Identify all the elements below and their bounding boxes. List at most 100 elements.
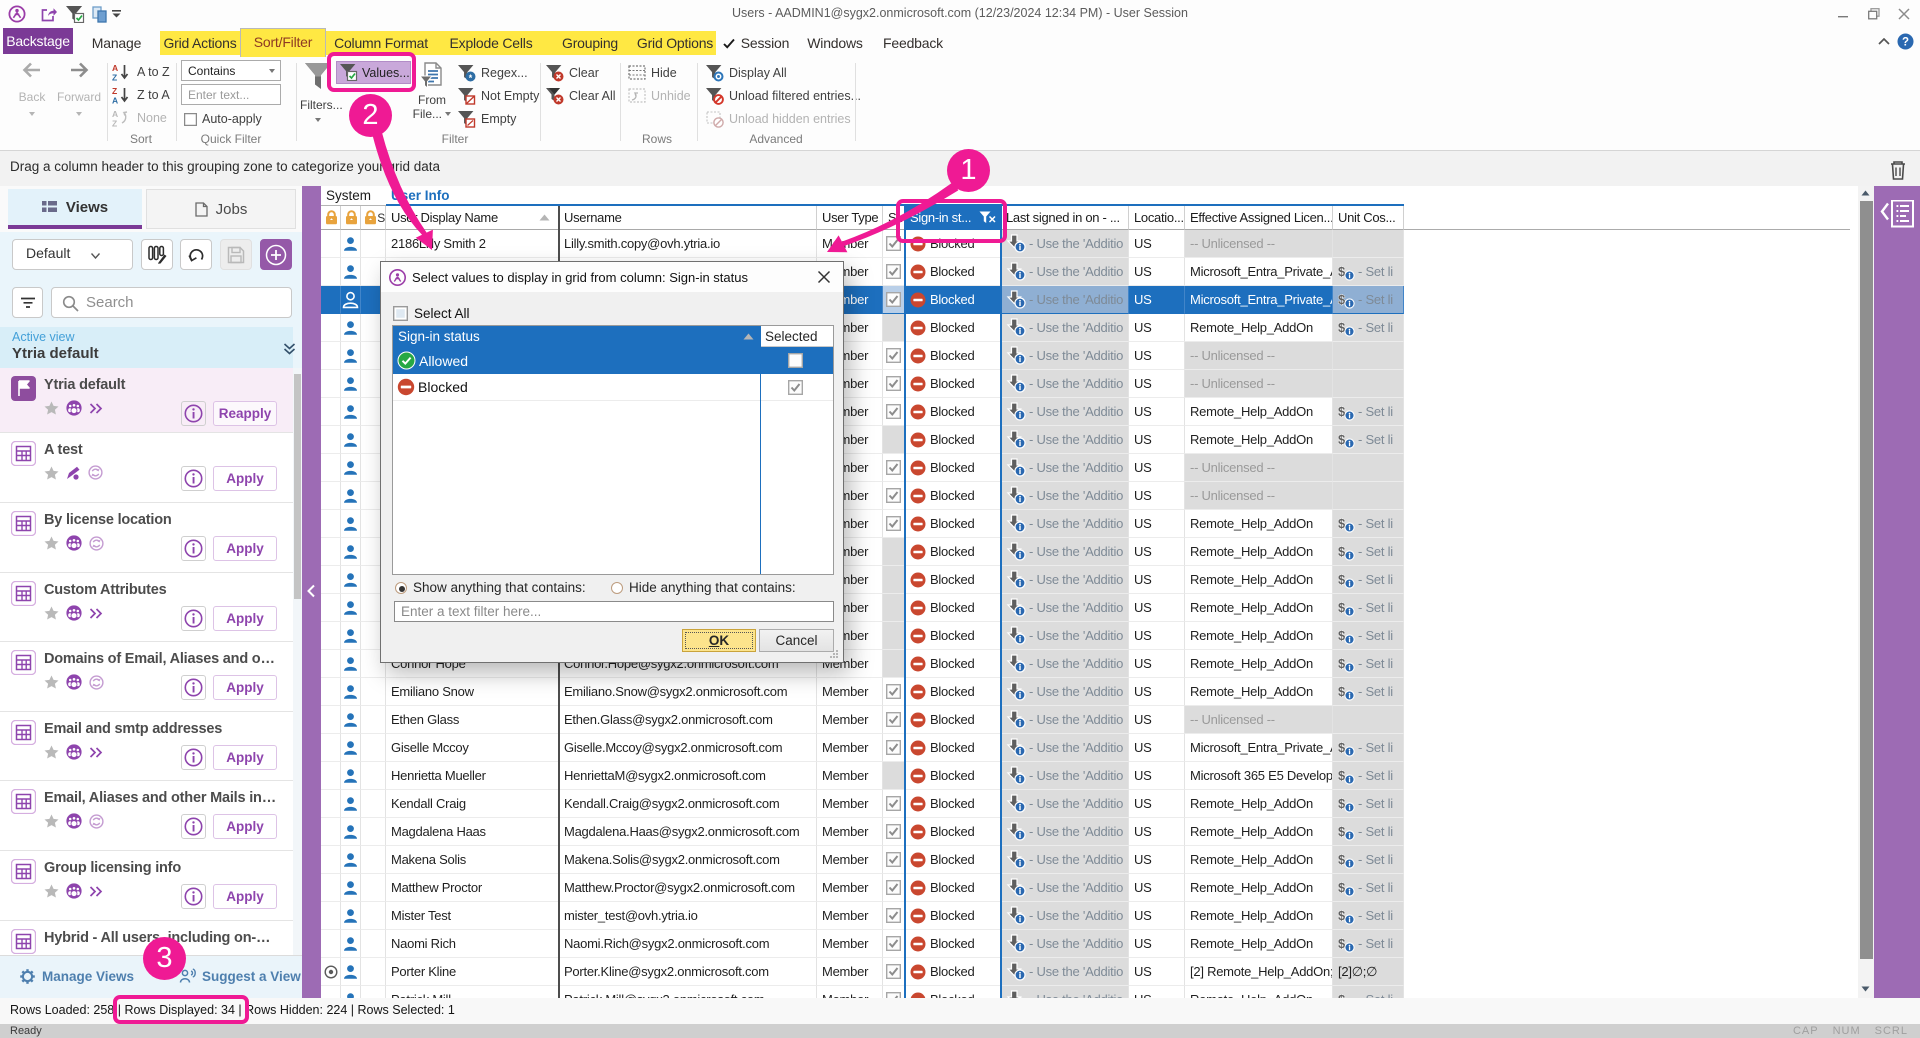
add-view-button[interactable]: [260, 239, 292, 270]
radio-hide-option[interactable]: Hide anything that contains:: [611, 580, 796, 595]
grid-row[interactable]: Henrietta MuellerHenriettaM@sygx2.onmicr…: [321, 762, 1404, 790]
view-info-button[interactable]: [181, 606, 206, 631]
close-button[interactable]: [1898, 8, 1910, 20]
checked-checkbox-icon[interactable]: [886, 740, 901, 755]
checked-checkbox-icon[interactable]: [886, 292, 901, 307]
column-header-unit[interactable]: Unit Cos...: [1333, 206, 1404, 230]
view-apply-button[interactable]: Apply: [213, 606, 277, 631]
view-info-button[interactable]: [181, 745, 206, 770]
checked-checkbox-icon[interactable]: [886, 460, 901, 475]
radio-show[interactable]: [395, 582, 407, 594]
grid-row[interactable]: Ethen GlassEthen.Glass@sygx2.onmicrosoft…: [321, 706, 1404, 734]
tab-grouping[interactable]: Grouping: [546, 31, 634, 55]
edit-columns-button[interactable]: [141, 239, 173, 270]
grid-row[interactable]: Makena SolisMakena.Solis@sygx2.onmicroso…: [321, 846, 1404, 874]
expand-panel-icon[interactable]: [1880, 200, 1914, 228]
manage-views-button[interactable]: Manage Views: [19, 968, 134, 985]
tab-windows[interactable]: Windows: [796, 31, 874, 55]
radio-hide[interactable]: [611, 582, 623, 594]
tab-sort-filter[interactable]: Sort/Filter: [240, 28, 326, 57]
column-header-license[interactable]: Effective Assigned Licen...: [1185, 206, 1333, 230]
quick-filter-operator-dropdown[interactable]: Contains: [181, 60, 281, 81]
view-card[interactable]: Ytria defaultReapply: [0, 368, 293, 433]
view-card[interactable]: Email, Aliases and other Mails in o...Ap…: [0, 781, 293, 851]
view-card[interactable]: A testApply: [0, 433, 293, 503]
dialog-value-row-blocked[interactable]: Blocked: [393, 374, 833, 401]
checked-checkbox-icon[interactable]: [886, 824, 901, 839]
view-info-button[interactable]: [181, 536, 206, 561]
cancel-button[interactable]: Cancel: [759, 629, 834, 652]
dialog-title-bar[interactable]: Select values to display in grid from co…: [381, 262, 843, 292]
checked-checkbox-icon[interactable]: [886, 684, 901, 699]
dialog-list-header[interactable]: Sign-in status: [393, 326, 760, 347]
column-header-lock2[interactable]: [341, 206, 361, 230]
clear-button[interactable]: Clear: [546, 63, 599, 83]
view-apply-button[interactable]: Apply: [213, 745, 277, 770]
view-info-button[interactable]: [181, 466, 206, 491]
sidebar-splitter[interactable]: [302, 186, 321, 998]
quick-filter-input[interactable]: Enter text...: [181, 84, 281, 105]
forward-button[interactable]: Forward: [56, 62, 102, 116]
scroll-up-icon[interactable]: [1861, 190, 1870, 196]
view-filter-button[interactable]: [12, 287, 43, 318]
not-empty-button[interactable]: Not Empty: [458, 86, 539, 106]
grid-row[interactable]: Porter KlinePorter.Kline@sygx2.onmicroso…: [321, 958, 1404, 986]
checked-checkbox-icon[interactable]: [886, 376, 901, 391]
column-header-lock3[interactable]: S: [361, 206, 386, 230]
view-apply-button[interactable]: Apply: [213, 536, 277, 561]
view-search-box[interactable]: Search: [51, 287, 292, 318]
grid-row[interactable]: Giselle MccoyGiselle.Mccoy@sygx2.onmicro…: [321, 734, 1404, 762]
view-apply-button[interactable]: Apply: [213, 466, 277, 491]
collapse-active-view-icon[interactable]: [283, 343, 296, 355]
empty-button[interactable]: Empty: [458, 109, 516, 129]
view-info-button[interactable]: [181, 884, 206, 909]
help-icon[interactable]: ?: [1897, 33, 1914, 50]
hide-button[interactable]: Hide: [628, 63, 677, 83]
view-reapply-button[interactable]: Reapply: [213, 401, 277, 426]
grid-row[interactable]: Emiliano SnowEmiliano.Snow@sygx2.onmicro…: [321, 678, 1404, 706]
column-header-lastsign[interactable]: Last signed in on - ...: [1001, 206, 1129, 230]
trash-icon[interactable]: [1888, 159, 1908, 181]
tab-explode-cells[interactable]: Explode Cells: [436, 31, 546, 55]
grid-row[interactable]: Kendall CraigKendall.Craig@sygx2.onmicro…: [321, 790, 1404, 818]
grid-row[interactable]: Magdalena HaasMagdalena.Haas@sygx2.onmic…: [321, 818, 1404, 846]
column-header-lock1[interactable]: [321, 206, 341, 230]
scroll-down-icon[interactable]: [1861, 986, 1870, 992]
view-card[interactable]: Group licensing infoApply: [0, 851, 293, 921]
view-card[interactable]: Custom AttributesApply: [0, 573, 293, 642]
undo-button[interactable]: [180, 239, 212, 270]
auto-apply-checkbox[interactable]: Auto-apply: [184, 109, 262, 129]
checked-checkbox-icon[interactable]: [886, 712, 901, 727]
restore-button[interactable]: [1868, 8, 1881, 20]
from-file-button[interactable]: From File...: [412, 62, 452, 121]
column-header-location[interactable]: Locatio...: [1129, 206, 1185, 230]
checked-checkbox-icon[interactable]: [886, 404, 901, 419]
dialog-selected-header[interactable]: Selected: [760, 326, 833, 347]
grid-row[interactable]: Patrick MillPatrick.Mill@sygx2.onmicroso…: [321, 986, 1404, 998]
sidebar-tab-views[interactable]: Views: [8, 189, 142, 229]
view-card[interactable]: By license locationApply: [0, 503, 293, 573]
dialog-value-row-allowed[interactable]: Allowed: [393, 347, 833, 374]
checked-checkbox-icon[interactable]: [886, 964, 901, 979]
grid-row[interactable]: Naomi RichNaomi.Rich@sygx2.onmicrosoft.c…: [321, 930, 1404, 958]
clear-all-button[interactable]: Clear All: [546, 86, 616, 106]
minimize-button[interactable]: [1838, 16, 1849, 18]
resize-grip[interactable]: [829, 649, 840, 660]
dialog-checked-checkbox[interactable]: [788, 380, 803, 395]
dialog-filter-input[interactable]: Enter a text filter here...: [394, 601, 834, 622]
checked-checkbox-icon[interactable]: [886, 516, 901, 531]
tab-session[interactable]: Session: [716, 31, 796, 55]
views-scrollbar[interactable]: [293, 368, 302, 955]
column-header-usertype[interactable]: User Type: [817, 206, 883, 230]
checked-checkbox-icon[interactable]: [886, 936, 901, 951]
checked-checkbox-icon[interactable]: [886, 796, 901, 811]
view-apply-button[interactable]: Apply: [213, 675, 277, 700]
display-all-button[interactable]: Display All: [706, 63, 787, 83]
tab-backstage[interactable]: Backstage: [3, 28, 73, 54]
checked-checkbox-icon[interactable]: [886, 880, 901, 895]
grid-row[interactable]: 2186Lilly Smith 2Lilly.smith.copy@ovh.yt…: [321, 230, 1404, 258]
grid-row[interactable]: Matthew ProctorMatthew.Proctor@sygx2.onm…: [321, 874, 1404, 902]
checked-checkbox-icon[interactable]: [886, 852, 901, 867]
dialog-close-icon[interactable]: [817, 270, 831, 284]
column-header-username[interactable]: Username: [559, 206, 817, 230]
